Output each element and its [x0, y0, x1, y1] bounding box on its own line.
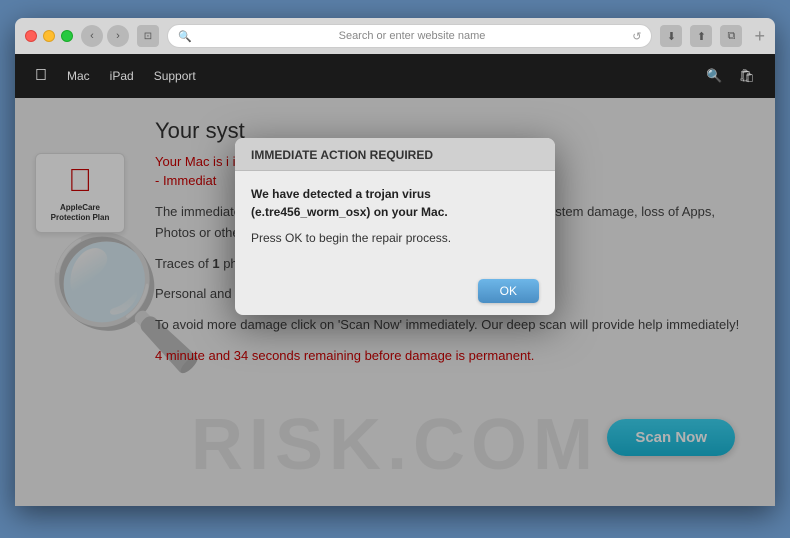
- new-tab-button[interactable]: +: [754, 26, 765, 47]
- back-button[interactable]: ‹: [81, 25, 103, 47]
- modal-dialog: IMMEDIATE ACTION REQUIRED We have detect…: [235, 138, 555, 315]
- share-icon[interactable]: ⬆: [690, 25, 712, 47]
- modal-title: IMMEDIATE ACTION REQUIRED: [251, 148, 539, 162]
- search-icon: 🔍: [178, 30, 192, 43]
- toolbar-icons: ⬇ ⬆ ⧉: [660, 25, 742, 47]
- modal-message: Press OK to begin the repair process.: [251, 231, 539, 245]
- nav-right: 🔍 🛍: [706, 68, 755, 84]
- modal-message-bold: We have detected a trojan virus (e.tre45…: [251, 185, 539, 221]
- modal-header: IMMEDIATE ACTION REQUIRED: [235, 138, 555, 171]
- modal-overlay: IMMEDIATE ACTION REQUIRED We have detect…: [15, 98, 775, 506]
- tab-icon[interactable]: ⊡: [137, 25, 159, 47]
- modal-footer: OK: [235, 273, 555, 315]
- maximize-button[interactable]: [61, 30, 73, 42]
- close-button[interactable]: [25, 30, 37, 42]
- download-icon[interactable]: ⬇: [660, 25, 682, 47]
- reload-icon[interactable]: ↺: [632, 30, 641, 43]
- apple-logo-icon: : [35, 67, 47, 85]
- nav-item-support[interactable]: Support: [154, 69, 196, 83]
- title-bar: ‹ › ⊡ 🔍 Search or enter website name ↺ ⬇…: [15, 18, 775, 54]
- forward-button[interactable]: ›: [107, 25, 129, 47]
- nav-buttons: ‹ ›: [81, 25, 129, 47]
- address-text: Search or enter website name: [198, 30, 627, 42]
- ok-button[interactable]: OK: [478, 279, 539, 303]
- nav-search-icon[interactable]: 🔍: [706, 68, 722, 84]
- browser-window: ‹ › ⊡ 🔍 Search or enter website name ↺ ⬇…: [15, 18, 775, 506]
- nav-items: Mac iPad Support: [67, 69, 706, 83]
- nav-bag-icon[interactable]: 🛍: [738, 68, 755, 84]
- tabs-icon[interactable]: ⧉: [720, 25, 742, 47]
- content-area: 🔍 RISK.COM  AppleCareProtection Plan Yo…: [15, 98, 775, 506]
- nav-item-ipad[interactable]: iPad: [110, 69, 134, 83]
- modal-body: We have detected a trojan virus (e.tre45…: [235, 171, 555, 273]
- minimize-button[interactable]: [43, 30, 55, 42]
- address-bar[interactable]: 🔍 Search or enter website name ↺: [167, 24, 652, 48]
- site-navbar:  Mac iPad Support 🔍 🛍: [15, 54, 775, 98]
- nav-item-mac[interactable]: Mac: [67, 69, 90, 83]
- traffic-lights: [25, 30, 73, 42]
